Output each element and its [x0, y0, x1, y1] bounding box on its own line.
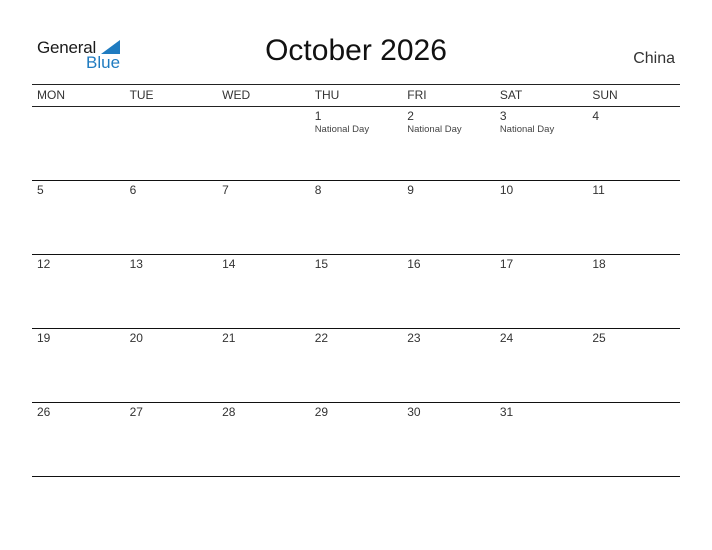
- day-number: 26: [37, 405, 51, 419]
- day-cell: [125, 107, 218, 180]
- day-cell: 20: [125, 329, 218, 402]
- day-number: 10: [499, 183, 514, 197]
- weekday-header: SUN: [592, 88, 618, 102]
- holiday-label: National Day: [407, 124, 462, 135]
- day-number: 15: [314, 257, 329, 271]
- day-cell: 21: [217, 329, 310, 402]
- day-cell: 3 National Day: [495, 107, 588, 180]
- weeks-container: 1 National Day 2 National Day 3 National Day 4…: [32, 107, 680, 477]
- week-row: 5 6 7 8 9 10 11: [32, 181, 680, 255]
- day-cell: 18: [587, 255, 680, 328]
- day-cell: 22: [310, 329, 403, 402]
- day-number: 23: [407, 331, 421, 345]
- week-row: 26 27 28 29 30 31: [32, 403, 680, 477]
- weekday-header-row: MON TUE WED THU FRI SAT SUN: [32, 84, 680, 107]
- day-cell: 26: [32, 403, 125, 476]
- week-row: 12 13 14 15 16 17 18: [32, 255, 680, 329]
- day-cell: 15: [310, 255, 403, 328]
- day-number: 22: [314, 331, 329, 345]
- holiday-label: National Day: [314, 124, 370, 135]
- day-cell: 5: [32, 181, 125, 254]
- day-number: 13: [129, 257, 143, 271]
- day-number: 16: [407, 257, 421, 271]
- day-cell: 24: [495, 329, 588, 402]
- day-number: 11: [592, 183, 605, 197]
- weekday-header: WED: [222, 88, 251, 102]
- day-cell: [217, 107, 310, 180]
- day-cell: 13: [125, 255, 218, 328]
- day-cell: 28: [217, 403, 310, 476]
- day-number: 5: [37, 183, 44, 197]
- day-cell: 1 National Day: [310, 107, 403, 180]
- weekday-header: MON: [37, 88, 65, 102]
- day-number: 28: [222, 405, 236, 419]
- day-cell: 17: [495, 255, 588, 328]
- day-number: 7: [222, 183, 229, 197]
- day-number: 30: [407, 405, 421, 419]
- weekday-header: FRI: [407, 88, 427, 102]
- day-cell: 9: [402, 181, 495, 254]
- calendar-title: October 2026: [265, 34, 447, 67]
- day-number: 2: [407, 109, 414, 123]
- day-cell: 2 National Day: [402, 107, 495, 180]
- day-cell: 19: [32, 329, 125, 402]
- day-number: 19: [37, 331, 51, 345]
- week-row: 19 20 21 22 23 24 25: [32, 329, 680, 403]
- day-number: 8: [314, 183, 322, 197]
- day-number: 3: [499, 109, 507, 123]
- day-number: 24: [499, 331, 514, 345]
- week-row: 1 National Day 2 National Day 3 National Day 4: [32, 107, 680, 181]
- day-number: 29: [314, 405, 329, 419]
- day-cell: 11: [587, 181, 680, 254]
- weekday-header: THU: [314, 88, 340, 102]
- calendar-grid: MON TUE WED THU FRI SAT SUN 1 National Da…: [32, 84, 680, 477]
- day-cell: 30: [402, 403, 495, 476]
- day-number: 18: [592, 257, 606, 271]
- day-number: 20: [129, 331, 143, 345]
- weekday-header: SAT: [499, 88, 523, 102]
- country-label: China: [633, 50, 675, 67]
- day-cell: 12: [32, 255, 125, 328]
- day-cell: 23: [402, 329, 495, 402]
- day-number: 27: [129, 405, 143, 419]
- day-cell: 4: [587, 107, 680, 180]
- day-number: 25: [592, 331, 606, 345]
- day-cell: [587, 403, 680, 476]
- day-cell: 31: [495, 403, 588, 476]
- day-cell: 16: [402, 255, 495, 328]
- day-number: 12: [37, 257, 51, 271]
- day-number: 1: [314, 109, 322, 123]
- day-cell: 25: [587, 329, 680, 402]
- day-cell: 27: [125, 403, 218, 476]
- holiday-label: National Day: [499, 124, 555, 135]
- weekday-header: TUE: [129, 88, 154, 102]
- day-number: 9: [407, 183, 414, 197]
- day-number: 21: [222, 331, 236, 345]
- day-number: 14: [222, 257, 236, 271]
- day-cell: 6: [125, 181, 218, 254]
- day-number: 4: [592, 109, 600, 123]
- day-cell: 29: [310, 403, 403, 476]
- day-cell: [32, 107, 125, 180]
- day-cell: 7: [217, 181, 310, 254]
- day-number: 31: [499, 405, 514, 419]
- day-cell: 8: [310, 181, 403, 254]
- day-number: 6: [129, 183, 137, 197]
- day-cell: 14: [217, 255, 310, 328]
- day-number: 17: [499, 257, 514, 271]
- day-cell: 10: [495, 181, 588, 254]
